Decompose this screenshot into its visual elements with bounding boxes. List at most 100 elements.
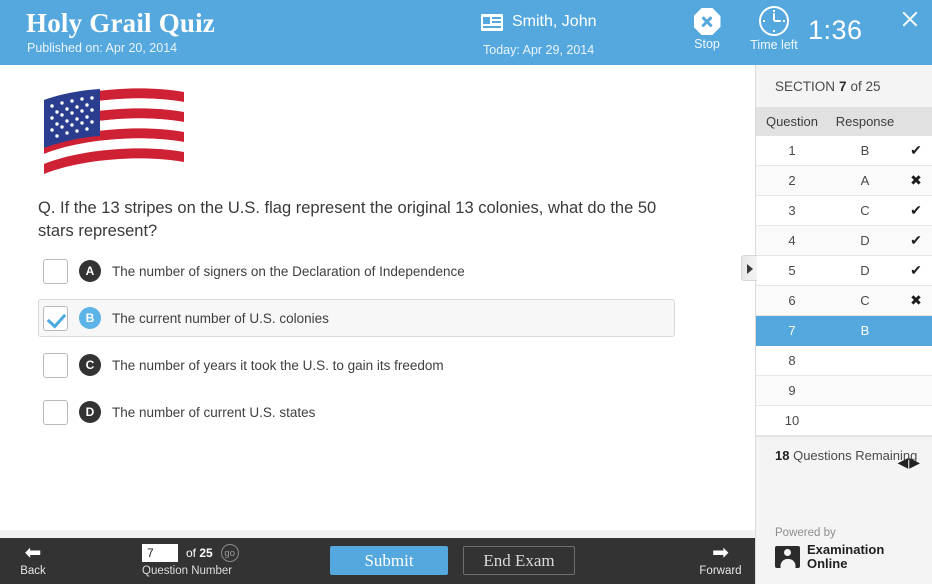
today-date: Today: Apr 29, 2014 bbox=[483, 43, 595, 57]
table-row[interactable]: 10 bbox=[756, 406, 932, 436]
of-total-label: of 25 bbox=[186, 546, 213, 560]
question-navigator-sidebar: SECTION 7 of 25 Question Response 1 B ✔ … bbox=[755, 65, 932, 584]
powered-by-branding: Powered by Examination Online bbox=[775, 527, 884, 572]
time-left-indicator: Time left bbox=[746, 6, 802, 52]
stop-icon bbox=[693, 8, 721, 35]
checkbox-a[interactable] bbox=[43, 258, 68, 284]
remaining-count: 18 bbox=[775, 448, 790, 463]
incorrect-icon: ✖ bbox=[910, 172, 922, 188]
table-row[interactable]: 8 bbox=[756, 346, 932, 376]
us-flag-image bbox=[44, 88, 184, 174]
forward-arrow-icon: ➡ bbox=[712, 542, 729, 564]
option-row-c[interactable]: C The number of years it took the U.S. t… bbox=[38, 346, 678, 384]
table-row[interactable]: 1 B ✔ bbox=[756, 136, 932, 166]
stop-label: Stop bbox=[694, 37, 720, 51]
close-icon[interactable] bbox=[896, 5, 924, 33]
stop-button[interactable]: Stop bbox=[680, 8, 734, 51]
row-question-number: 9 bbox=[788, 383, 796, 398]
sidebar-collapse-toggle[interactable] bbox=[741, 255, 757, 281]
row-question-number: 3 bbox=[788, 203, 796, 218]
prev-page-icon[interactable]: ◀ bbox=[897, 454, 909, 470]
row-question-number: 2 bbox=[788, 173, 796, 188]
timer-value: 1:36 bbox=[808, 15, 863, 45]
column-header-response: Response bbox=[835, 114, 895, 129]
table-row[interactable]: 9 bbox=[756, 376, 932, 406]
app-header: Holy Grail Quiz Published on: Apr 20, 20… bbox=[0, 0, 932, 65]
option-letter-c: C bbox=[79, 354, 101, 376]
bottom-toolbar: ⬅ Back of 25 go Question Number Submit E… bbox=[0, 538, 755, 584]
examination-online-logo-icon bbox=[775, 546, 800, 569]
section-indicator: SECTION 7 of 25 bbox=[756, 65, 932, 107]
checkbox-b[interactable] bbox=[43, 305, 68, 331]
checkbox-d[interactable] bbox=[43, 399, 68, 425]
option-letter-d: D bbox=[79, 401, 101, 423]
user-name: Smith, John bbox=[512, 13, 597, 30]
brand-line-1: Examination bbox=[807, 541, 885, 557]
question-panel: Q. If the 13 stripes on the U.S. flag re… bbox=[0, 65, 755, 538]
option-text-d: The number of current U.S. states bbox=[112, 404, 316, 420]
forward-label: Forward bbox=[699, 565, 742, 577]
row-response: C bbox=[860, 203, 870, 218]
submit-button[interactable]: Submit bbox=[330, 546, 448, 575]
option-text-b: The current number of U.S. colonies bbox=[112, 310, 329, 326]
pagination-arrows[interactable]: ◀▶ bbox=[897, 453, 921, 471]
powered-by-label: Powered by bbox=[775, 526, 836, 539]
option-text-a: The number of signers on the Declaration… bbox=[112, 263, 465, 279]
row-response: A bbox=[860, 173, 870, 188]
option-row-a[interactable]: A The number of signers on the Declarati… bbox=[38, 252, 678, 290]
back-label: Back bbox=[20, 565, 46, 577]
question-text: Q. If the 13 stripes on the U.S. flag re… bbox=[38, 199, 657, 240]
option-row-d[interactable]: D The number of current U.S. states bbox=[38, 393, 678, 431]
correct-icon: ✔ bbox=[910, 142, 922, 158]
incorrect-icon: ✖ bbox=[910, 292, 922, 308]
back-arrow-icon: ⬅ bbox=[24, 542, 42, 564]
row-question-number: 6 bbox=[788, 293, 796, 308]
section-number: 7 bbox=[839, 78, 847, 94]
option-letter-a: A bbox=[79, 260, 101, 282]
total-questions: 25 bbox=[199, 546, 213, 560]
correct-icon: ✔ bbox=[910, 202, 922, 218]
navigator-column-headers: Question Response bbox=[756, 107, 932, 136]
id-card-icon bbox=[481, 14, 503, 31]
section-suffix-label: of 25 bbox=[850, 78, 881, 94]
of-text: of bbox=[186, 546, 197, 560]
table-row-current[interactable]: 7 B bbox=[756, 316, 932, 346]
table-row[interactable]: 5 D ✔ bbox=[756, 256, 932, 286]
row-question-number: 5 bbox=[788, 263, 796, 278]
questions-remaining: 18 Questions Remaining ◀▶ bbox=[756, 436, 932, 496]
forward-button[interactable]: ➡ Forward bbox=[697, 543, 744, 577]
row-question-number: 7 bbox=[788, 323, 796, 338]
row-response: B bbox=[860, 323, 870, 338]
row-response: C bbox=[860, 293, 870, 308]
option-row-b[interactable]: B The current number of U.S. colonies bbox=[38, 299, 675, 337]
row-response: D bbox=[860, 233, 870, 248]
row-question-number: 1 bbox=[788, 143, 796, 158]
brand-line-2: Online bbox=[807, 556, 848, 572]
option-letter-b: B bbox=[79, 307, 101, 329]
time-left-label: Time left bbox=[750, 38, 798, 52]
row-question-number: 4 bbox=[788, 233, 796, 248]
row-response: B bbox=[860, 143, 870, 158]
published-date: Published on: Apr 20, 2014 bbox=[27, 41, 178, 55]
exam-app: Holy Grail Quiz Published on: Apr 20, 20… bbox=[0, 0, 932, 584]
row-question-number: 8 bbox=[788, 353, 796, 368]
content-bottom-gap bbox=[0, 530, 755, 538]
question-number-control: of 25 go Question Number bbox=[142, 544, 272, 577]
back-button[interactable]: ⬅ Back bbox=[13, 543, 53, 577]
checkbox-c[interactable] bbox=[43, 352, 68, 378]
table-row[interactable]: 6 C ✖ bbox=[756, 286, 932, 316]
go-button[interactable]: go bbox=[220, 544, 239, 562]
section-prefix-label: SECTION bbox=[775, 78, 836, 94]
row-response: D bbox=[860, 263, 870, 278]
table-row[interactable]: 2 A ✖ bbox=[756, 166, 932, 196]
row-question-number: 10 bbox=[784, 413, 800, 428]
table-row[interactable]: 3 C ✔ bbox=[756, 196, 932, 226]
question-number-label: Question Number bbox=[142, 565, 233, 577]
next-page-icon[interactable]: ▶ bbox=[909, 454, 921, 470]
table-row[interactable]: 4 D ✔ bbox=[756, 226, 932, 256]
clock-icon bbox=[759, 6, 789, 36]
question-number-input[interactable] bbox=[142, 544, 178, 562]
answer-options: A The number of signers on the Declarati… bbox=[38, 252, 678, 440]
correct-icon: ✔ bbox=[910, 232, 922, 248]
end-exam-button[interactable]: End Exam bbox=[463, 546, 575, 575]
